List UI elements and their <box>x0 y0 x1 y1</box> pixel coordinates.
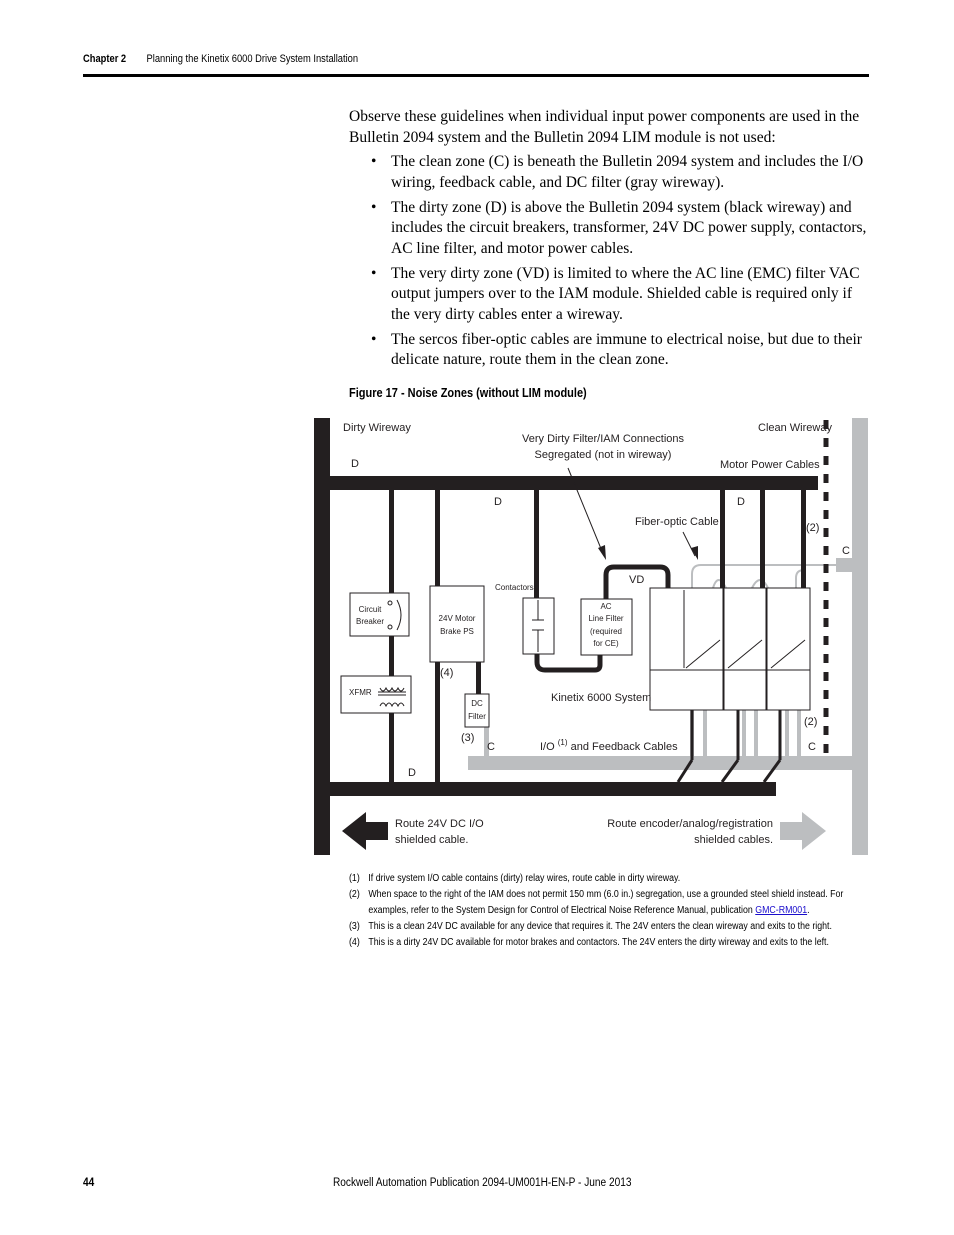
cb-label: Circuit <box>359 605 382 614</box>
io-label: I/O (1) and Feedback Cables <box>540 736 678 753</box>
clean-wireway-label: Clean Wireway <box>758 422 832 434</box>
ac-label: Line Filter <box>588 614 623 623</box>
footnote-text: This is a dirty 24V DC available for mot… <box>368 937 829 948</box>
left-route-label: shielded cable. <box>395 834 468 846</box>
arrow-left-icon <box>342 812 388 850</box>
circuit-breaker <box>349 592 410 637</box>
kinetix-label: Kinetix 6000 System <box>551 692 651 704</box>
zone-d: D <box>494 496 502 508</box>
footnote: (1) If drive system I/O cable contains (d… <box>349 871 851 887</box>
ps-label: 24V Motor <box>439 614 476 623</box>
dc-label: DC <box>471 699 483 708</box>
left-route-label: Route 24V DC I/O <box>395 818 484 830</box>
zone-vd: VD <box>629 574 644 586</box>
right-route-label: Route encoder/analog/registration <box>607 818 773 830</box>
contactors-label: Contactors <box>495 583 534 592</box>
components <box>340 585 811 728</box>
fiber-label: Fiber-optic Cable <box>635 516 719 528</box>
drive-am-2 <box>766 587 811 711</box>
right-route-label: shielded cables. <box>694 834 773 846</box>
footnote-number: (2) <box>349 889 360 900</box>
ps-label: Brake PS <box>440 627 474 636</box>
note-ref-2: (2) <box>804 716 817 728</box>
ac-label: (required <box>590 627 622 636</box>
ac-label: AC <box>600 602 611 611</box>
footnote: (4) This is a dirty 24V DC available for … <box>349 935 851 951</box>
note-ref-2: (2) <box>806 522 819 534</box>
publication-info: Rockwell Automation Publication 2094-UM0… <box>333 1177 632 1189</box>
io-text-2: and Feedback Cables <box>571 741 679 753</box>
zone-d: D <box>351 458 359 470</box>
io-sup: (1) <box>558 738 568 747</box>
footnote-number: (1) <box>349 873 360 884</box>
dc-label: Filter <box>468 712 486 721</box>
arrow-right-icon <box>780 812 826 850</box>
zone-d: D <box>408 767 416 779</box>
dirty-wireway-label: Dirty Wireway <box>343 422 411 434</box>
footnotes: (1) If drive system I/O cable contains (d… <box>349 871 851 951</box>
zone-d: D <box>737 496 745 508</box>
cb-label: Breaker <box>356 617 384 626</box>
xfmr-label: XFMR <box>349 688 372 697</box>
footnote-text-end: . <box>807 905 810 916</box>
noise-zones-diagram: Dirty Wireway Clean Wireway Very Dirty F… <box>314 418 868 855</box>
note-ref-4: (4) <box>440 667 453 679</box>
drive-iam <box>649 587 724 711</box>
page-number: 44 <box>83 1177 95 1189</box>
note-ref-3: (3) <box>461 732 474 744</box>
footnote-text: If drive system I/O cable contains (dirt… <box>368 873 681 884</box>
vd-label-1: Very Dirty Filter/IAM Connections <box>522 433 684 445</box>
footnote: (2) When space to the right of the IAM do… <box>349 887 851 919</box>
feedback-black-cables <box>676 710 782 783</box>
io-text: I/O <box>540 741 555 753</box>
zone-c: C <box>842 545 850 557</box>
footnote-number: (4) <box>349 937 360 948</box>
zone-c: C <box>487 741 495 753</box>
footnote: (3) This is a clean 24V DC available for … <box>349 919 851 935</box>
ac-label: for CE) <box>593 639 619 648</box>
vd-label-2: Segregated (not in wireway) <box>535 449 672 461</box>
motor-power-label: Motor Power Cables <box>720 459 820 471</box>
footnote-text: When space to the right of the IAM does … <box>368 887 850 919</box>
drive-am-1 <box>723 587 767 711</box>
motor-brake-ps <box>429 585 485 663</box>
footnote-number: (3) <box>349 921 360 932</box>
footnote-text: This is a clean 24V DC available for any… <box>368 921 832 932</box>
gmc-rm001-link[interactable]: GMC-RM001 <box>755 905 807 916</box>
zone-c: C <box>808 741 816 753</box>
